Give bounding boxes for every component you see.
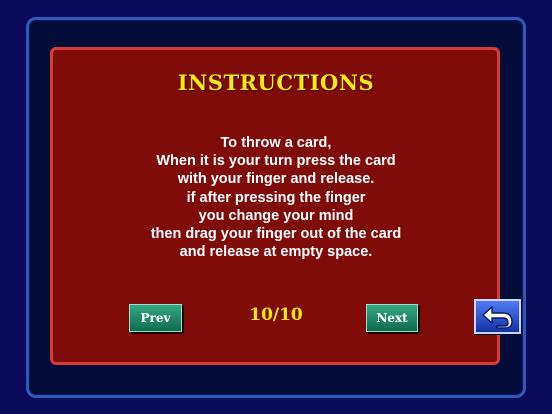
instruction-line: To throw a card,	[220, 135, 332, 151]
prev-button[interactable]: Prev	[129, 304, 182, 332]
instruction-line: When it is your turn press the card	[156, 153, 396, 170]
instruction-line: with your finger and release.	[177, 171, 375, 188]
instructions-title: INSTRUCTIONS	[177, 70, 375, 95]
instruction-line: if after pressing the finger	[186, 189, 366, 206]
instruction-line: then drag your finger out of the card	[150, 226, 402, 243]
return-arrow-icon	[481, 305, 513, 329]
page-counter: 10/10	[249, 305, 303, 325]
instructions-text: To throw a card, When it is your turn pr…	[0, 134, 552, 261]
instruction-line: you change your mind	[198, 207, 354, 224]
back-button[interactable]	[474, 299, 521, 334]
next-button[interactable]: Next	[366, 304, 418, 332]
instruction-line: and release at empty space.	[179, 244, 373, 261]
